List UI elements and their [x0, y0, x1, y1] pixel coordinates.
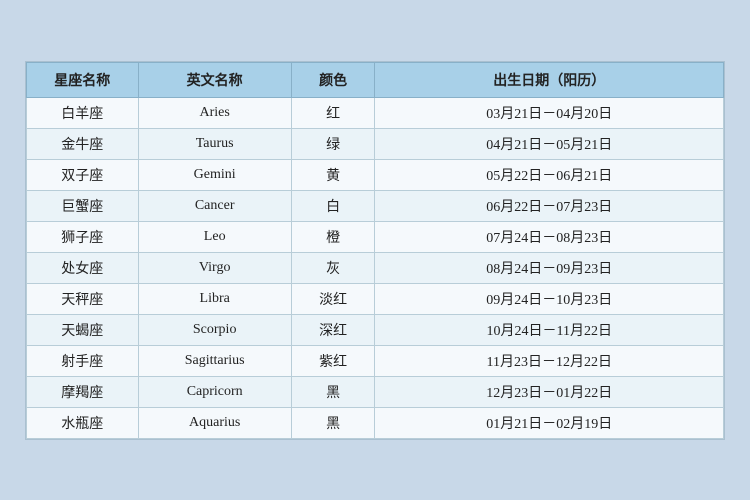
table-body: 白羊座Aries红03月21日－04月20日金牛座Taurus绿04月21日－0…: [27, 97, 724, 438]
cell-en: Libra: [138, 283, 291, 314]
cell-date: 09月24日－10月23日: [375, 283, 724, 314]
cell-en: Scorpio: [138, 314, 291, 345]
zodiac-table-container: 星座名称 英文名称 颜色 出生日期（阳历） 白羊座Aries红03月21日－04…: [25, 61, 725, 440]
table-row: 天秤座Libra淡红09月24日－10月23日: [27, 283, 724, 314]
zodiac-table: 星座名称 英文名称 颜色 出生日期（阳历） 白羊座Aries红03月21日－04…: [26, 62, 724, 439]
cell-en: Aries: [138, 97, 291, 128]
header-en: 英文名称: [138, 62, 291, 97]
cell-date: 10月24日－11月22日: [375, 314, 724, 345]
cell-zh: 金牛座: [27, 128, 139, 159]
cell-en: Virgo: [138, 252, 291, 283]
table-row: 巨蟹座Cancer白06月22日－07月23日: [27, 190, 724, 221]
cell-en: Sagittarius: [138, 345, 291, 376]
cell-color: 黑: [291, 407, 375, 438]
table-row: 天蝎座Scorpio深红10月24日－11月22日: [27, 314, 724, 345]
table-header-row: 星座名称 英文名称 颜色 出生日期（阳历）: [27, 62, 724, 97]
cell-date: 12月23日－01月22日: [375, 376, 724, 407]
cell-zh: 天秤座: [27, 283, 139, 314]
cell-zh: 射手座: [27, 345, 139, 376]
cell-zh: 双子座: [27, 159, 139, 190]
cell-en: Leo: [138, 221, 291, 252]
cell-en: Taurus: [138, 128, 291, 159]
cell-date: 01月21日－02月19日: [375, 407, 724, 438]
cell-date: 11月23日－12月22日: [375, 345, 724, 376]
cell-date: 07月24日－08月23日: [375, 221, 724, 252]
cell-zh: 水瓶座: [27, 407, 139, 438]
cell-date: 04月21日－05月21日: [375, 128, 724, 159]
cell-color: 红: [291, 97, 375, 128]
table-row: 处女座Virgo灰08月24日－09月23日: [27, 252, 724, 283]
cell-color: 黄: [291, 159, 375, 190]
cell-color: 黑: [291, 376, 375, 407]
cell-en: Cancer: [138, 190, 291, 221]
table-row: 白羊座Aries红03月21日－04月20日: [27, 97, 724, 128]
cell-zh: 白羊座: [27, 97, 139, 128]
cell-zh: 天蝎座: [27, 314, 139, 345]
cell-zh: 处女座: [27, 252, 139, 283]
cell-zh: 狮子座: [27, 221, 139, 252]
cell-en: Gemini: [138, 159, 291, 190]
cell-color: 深红: [291, 314, 375, 345]
table-row: 狮子座Leo橙07月24日－08月23日: [27, 221, 724, 252]
cell-en: Capricorn: [138, 376, 291, 407]
cell-color: 白: [291, 190, 375, 221]
table-row: 金牛座Taurus绿04月21日－05月21日: [27, 128, 724, 159]
cell-color: 灰: [291, 252, 375, 283]
cell-date: 08月24日－09月23日: [375, 252, 724, 283]
header-color: 颜色: [291, 62, 375, 97]
header-zh: 星座名称: [27, 62, 139, 97]
cell-color: 绿: [291, 128, 375, 159]
cell-zh: 摩羯座: [27, 376, 139, 407]
cell-date: 03月21日－04月20日: [375, 97, 724, 128]
cell-zh: 巨蟹座: [27, 190, 139, 221]
cell-en: Aquarius: [138, 407, 291, 438]
table-row: 双子座Gemini黄05月22日－06月21日: [27, 159, 724, 190]
cell-color: 淡红: [291, 283, 375, 314]
cell-date: 05月22日－06月21日: [375, 159, 724, 190]
cell-date: 06月22日－07月23日: [375, 190, 724, 221]
table-row: 射手座Sagittarius紫红11月23日－12月22日: [27, 345, 724, 376]
table-row: 水瓶座Aquarius黑01月21日－02月19日: [27, 407, 724, 438]
cell-color: 紫红: [291, 345, 375, 376]
header-date: 出生日期（阳历）: [375, 62, 724, 97]
table-row: 摩羯座Capricorn黑12月23日－01月22日: [27, 376, 724, 407]
cell-color: 橙: [291, 221, 375, 252]
